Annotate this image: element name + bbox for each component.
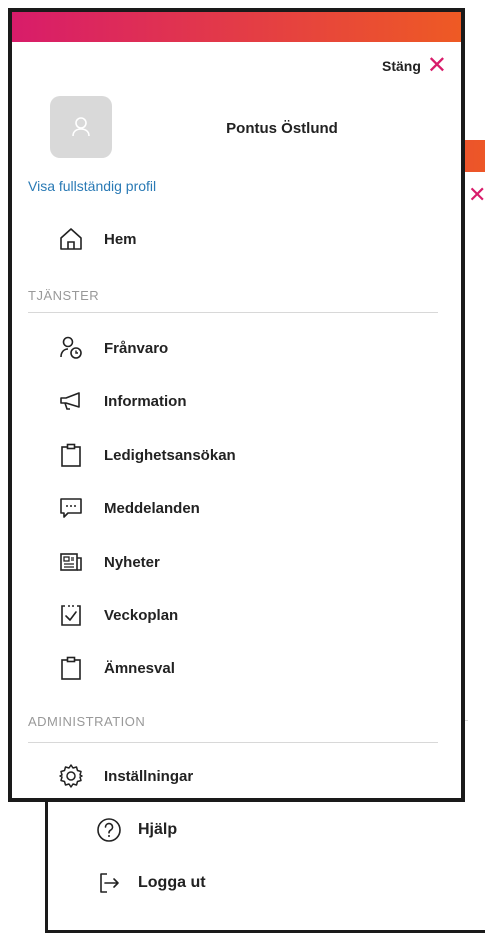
background-close-icon[interactable]: ✕ [468, 184, 485, 206]
logout-icon [92, 866, 126, 900]
menu-item-franvaro[interactable]: Frånvaro [54, 328, 168, 368]
menu-item-installningar[interactable]: Inställningar [54, 756, 193, 796]
menu-item-label: Nyheter [104, 553, 160, 571]
calendar-check-icon [54, 598, 88, 632]
menu-item-information[interactable]: Information [54, 381, 187, 421]
clipboard-icon [54, 438, 88, 472]
close-button[interactable]: Stäng ✕ [382, 52, 447, 79]
menu-item-label: Veckoplan [104, 606, 179, 624]
menu-item-label: Hem [104, 230, 137, 248]
header-gradient [12, 12, 461, 42]
user-name: Pontus Östlund [226, 120, 338, 137]
close-label: Stäng [382, 58, 421, 74]
help-icon [92, 813, 126, 847]
gear-icon [54, 759, 88, 793]
clipboard-icon [54, 651, 88, 685]
menu-item-home[interactable]: Hem [54, 219, 137, 259]
menu-item-nyheter[interactable]: Nyheter [54, 542, 160, 582]
section-label-services: TJÄNSTER [28, 288, 100, 303]
menu-item-label: Inställningar [104, 767, 194, 785]
close-icon: ✕ [426, 52, 447, 79]
megaphone-icon [54, 384, 88, 418]
menu-item-meddelanden[interactable]: Meddelanden [54, 488, 200, 528]
menu-item-help[interactable]: Hjälp [92, 812, 177, 848]
menu-item-ledighetsansokan[interactable]: Ledighetsansökan [54, 435, 236, 475]
section-label-administration: ADMINISTRATION [28, 714, 146, 729]
navigation-drawer: Stäng ✕ Pontus Östlund Visa fullständig … [8, 8, 465, 802]
absence-icon [54, 331, 88, 365]
avatar[interactable] [50, 96, 112, 158]
menu-item-logout[interactable]: Logga ut [92, 865, 206, 901]
menu-item-veckoplan[interactable]: Veckoplan [54, 595, 178, 635]
menu-item-label: Meddelanden [104, 499, 200, 517]
user-icon [72, 117, 90, 137]
home-icon [54, 222, 88, 256]
menu-item-label: Hjälp [138, 821, 178, 838]
menu-item-amnesval[interactable]: Ämnesval [54, 648, 175, 688]
section-divider [28, 312, 438, 313]
menu-item-label: Logga ut [138, 874, 206, 891]
section-divider [28, 742, 438, 743]
view-profile-link[interactable]: Visa fullständig profil [28, 178, 156, 194]
menu-item-label: Ämnesval [104, 659, 175, 677]
menu-item-label: Ledighetsansökan [104, 446, 236, 464]
message-icon [54, 491, 88, 525]
menu-item-label: Frånvaro [104, 339, 169, 357]
menu-item-label: Information [104, 392, 187, 410]
newspaper-icon [54, 545, 88, 579]
